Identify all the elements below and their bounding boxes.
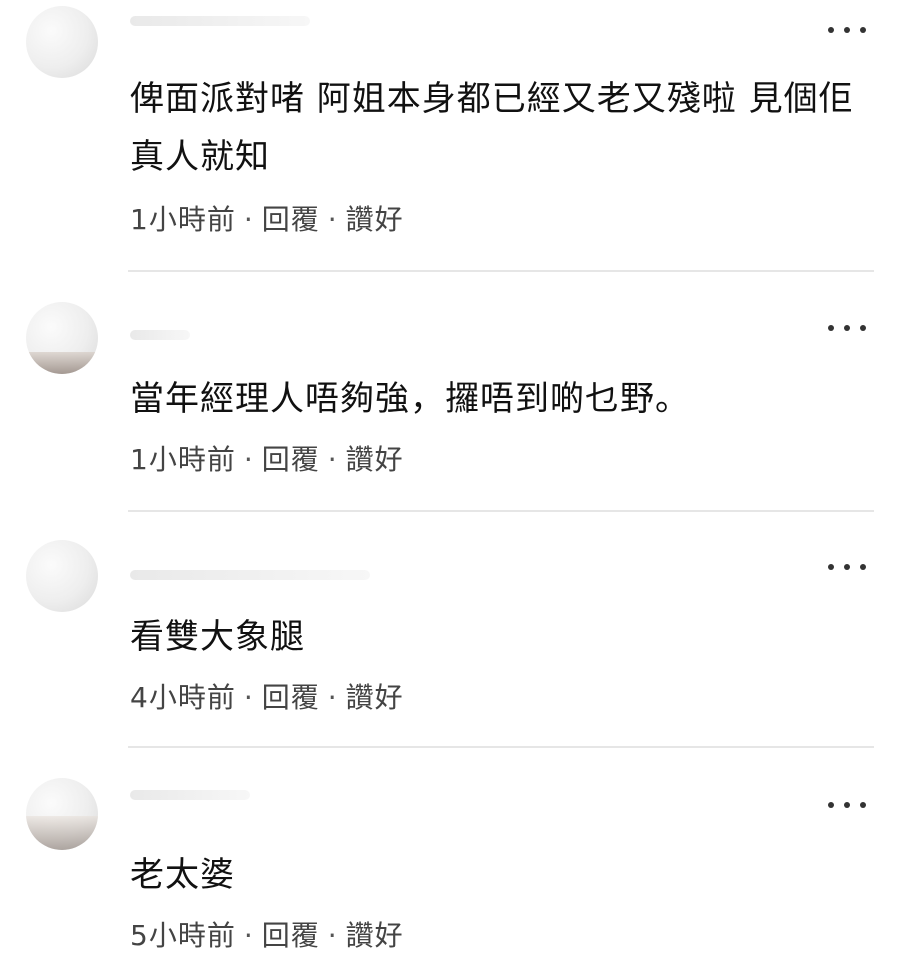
separator: ·	[327, 681, 338, 714]
separator: ·	[327, 919, 338, 952]
avatar[interactable]	[26, 540, 98, 612]
comment-time: 5小時前	[130, 919, 236, 952]
separator: ·	[327, 203, 338, 236]
separator: ·	[243, 203, 254, 236]
comment-time: 1小時前	[130, 443, 236, 476]
avatar[interactable]	[26, 302, 98, 374]
comment-text: 俾面派對啫 阿姐本身都已經又老又殘啦 見個佢真人就知	[130, 79, 854, 177]
comment-text: 老太婆	[130, 855, 235, 895]
more-options-icon[interactable]	[828, 24, 866, 36]
more-options-icon[interactable]	[828, 322, 866, 334]
like-button[interactable]: 讚好	[346, 443, 404, 476]
comment-meta: 1小時前 · 回覆 · 讚好	[130, 202, 404, 238]
username-blurred[interactable]	[130, 790, 250, 800]
username-blurred[interactable]	[130, 570, 370, 580]
username-blurred[interactable]	[130, 16, 310, 26]
separator: ·	[243, 443, 254, 476]
reply-button[interactable]: 回覆	[262, 203, 320, 236]
separator: ·	[327, 443, 338, 476]
comment-time: 1小時前	[130, 203, 236, 236]
reply-button[interactable]: 回覆	[262, 681, 320, 714]
divider	[128, 746, 874, 748]
more-options-icon[interactable]	[828, 561, 866, 573]
comment-meta: 5小時前 · 回覆 · 讚好	[130, 918, 404, 954]
comment-meta: 4小時前 · 回覆 · 讚好	[130, 680, 404, 716]
reply-button[interactable]: 回覆	[262, 919, 320, 952]
more-options-icon[interactable]	[828, 799, 866, 811]
divider	[128, 510, 874, 512]
separator: ·	[243, 681, 254, 714]
divider	[128, 270, 874, 272]
like-button[interactable]: 讚好	[346, 203, 404, 236]
comment-time: 4小時前	[130, 681, 236, 714]
like-button[interactable]: 讚好	[346, 681, 404, 714]
comment-text: 看雙大象腿	[130, 617, 305, 657]
avatar[interactable]	[26, 6, 98, 78]
avatar[interactable]	[26, 778, 98, 850]
comment-meta: 1小時前 · 回覆 · 讚好	[130, 442, 404, 478]
like-button[interactable]: 讚好	[346, 919, 404, 952]
separator: ·	[243, 919, 254, 952]
username-blurred[interactable]	[130, 330, 190, 340]
comment-text: 當年經理人唔夠強，攞唔到啲乜野。	[130, 379, 690, 419]
reply-button[interactable]: 回覆	[262, 443, 320, 476]
